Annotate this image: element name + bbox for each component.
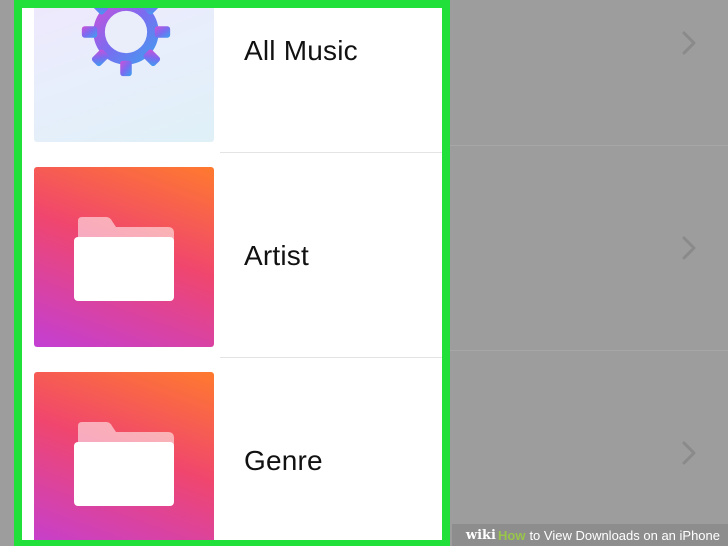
list-item-label: All Music bbox=[244, 34, 358, 66]
chevron-right-icon[interactable] bbox=[678, 28, 700, 58]
settings-gear-icon bbox=[81, 8, 171, 77]
highlighted-list-panel: All Music Artist Genre bbox=[14, 0, 450, 546]
list-item-all-music[interactable]: All Music bbox=[22, 8, 442, 153]
dim-row-artist bbox=[450, 145, 728, 351]
folder-icon bbox=[74, 217, 174, 301]
chevron-right-icon[interactable] bbox=[678, 233, 700, 263]
all-music-thumbnail bbox=[34, 8, 214, 142]
watermark-title: to View Downloads on an iPhone bbox=[529, 527, 720, 543]
screen: All Music Artist Genre wiki How to View … bbox=[0, 0, 728, 546]
artist-thumbnail bbox=[34, 167, 214, 347]
watermark-brand-how: How bbox=[497, 527, 526, 543]
dim-row-genre bbox=[450, 350, 728, 546]
list-item-genre[interactable]: Genre bbox=[22, 358, 442, 540]
list-item-label: Genre bbox=[244, 444, 323, 476]
chevron-right-icon[interactable] bbox=[678, 438, 700, 468]
music-category-list: All Music Artist Genre bbox=[22, 8, 442, 540]
dim-row-all-music bbox=[450, 0, 728, 146]
watermark-brand-wiki: wiki bbox=[465, 527, 496, 543]
genre-thumbnail bbox=[34, 372, 214, 540]
wikihow-watermark: wiki How to View Downloads on an iPhone bbox=[451, 524, 728, 546]
folder-icon bbox=[74, 422, 174, 506]
list-item-label: Artist bbox=[244, 239, 309, 271]
list-item-artist[interactable]: Artist bbox=[22, 153, 442, 358]
